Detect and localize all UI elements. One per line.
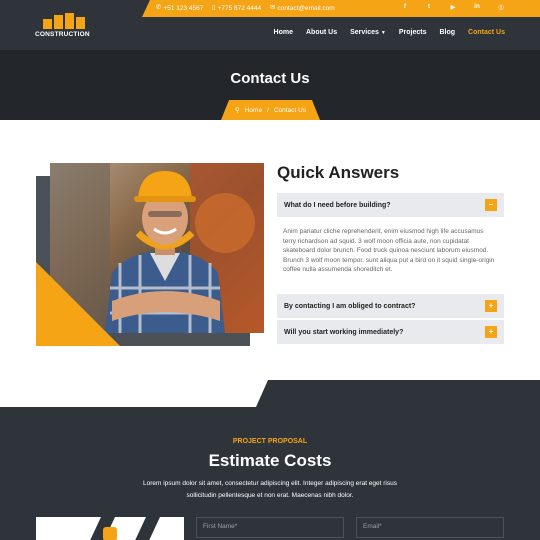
breadcrumb-separator: / bbox=[267, 106, 269, 114]
section-kicker: PROJECT PROPOSAL bbox=[232, 438, 308, 445]
faq-answer: Anim pariatur cliche reprehenderit, enim… bbox=[283, 228, 495, 273]
faq-item-2[interactable]: By contacting I am obliged to contract? … bbox=[277, 294, 504, 318]
worker-illustration bbox=[50, 163, 264, 333]
instagram-icon[interactable]: ◎ bbox=[496, 3, 506, 11]
building-icon bbox=[103, 527, 117, 540]
facebook-icon[interactable]: f bbox=[400, 3, 410, 11]
brand-name: CONSTRUCTION bbox=[35, 31, 90, 38]
page-title: Contact Us bbox=[230, 70, 310, 87]
collapse-icon[interactable]: – bbox=[485, 199, 497, 211]
email-text: contact@email.com bbox=[277, 5, 335, 12]
breadcrumb: ⚲ Home / Contact Us bbox=[221, 100, 320, 120]
expand-icon[interactable]: + bbox=[485, 326, 497, 338]
main-nav: Home About Us Services ▼ Projects Blog Co… bbox=[274, 29, 505, 36]
top-contact-bar: ✆ +51 123 4567 ▯ +775 872 4444 ✉ contact… bbox=[142, 0, 540, 17]
section-description: Lorem ipsum dolor sit amet, consectetur … bbox=[143, 480, 397, 499]
faq-item-1[interactable]: What do I need before building? – bbox=[277, 193, 504, 217]
worker-photo bbox=[50, 163, 264, 333]
email-field[interactable]: Email* bbox=[356, 517, 504, 538]
email-icon: ✉ bbox=[270, 4, 276, 12]
faq-question: By contacting I am obliged to contract? bbox=[284, 302, 416, 310]
nav-projects[interactable]: Projects bbox=[399, 29, 427, 36]
email-contact[interactable]: ✉ contact@email.com bbox=[270, 3, 335, 14]
chevron-down-icon: ▼ bbox=[380, 30, 386, 36]
nav-about[interactable]: About Us bbox=[306, 29, 337, 36]
card-stripe bbox=[132, 517, 160, 540]
first-name-field[interactable]: First Name* bbox=[196, 517, 344, 538]
section-title: Estimate Costs bbox=[208, 451, 332, 470]
building-icon bbox=[43, 13, 85, 29]
social-links: f t ▶ in ◎ bbox=[400, 3, 506, 11]
breadcrumb-current: Contact Us bbox=[273, 106, 307, 114]
faq-question: What do I need before building? bbox=[284, 201, 391, 209]
mobile-contact[interactable]: ▯ +775 872 4444 bbox=[212, 3, 261, 14]
nav-home[interactable]: Home bbox=[274, 29, 293, 36]
linkedin-icon[interactable]: in bbox=[472, 3, 482, 11]
nav-blog[interactable]: Blog bbox=[439, 29, 455, 36]
brand-logo[interactable]: CONSTRUCTION bbox=[35, 13, 90, 39]
faq-question: Will you start working immediately? bbox=[284, 328, 404, 336]
phone-text: +51 123 4567 bbox=[163, 5, 204, 12]
nav-contact[interactable]: Contact Us bbox=[468, 29, 505, 36]
youtube-icon[interactable]: ▶ bbox=[448, 3, 458, 11]
expand-icon[interactable]: + bbox=[485, 300, 497, 312]
phone-contact[interactable]: ✆ +51 123 4567 bbox=[156, 3, 203, 14]
twitter-icon[interactable]: t bbox=[424, 3, 434, 11]
faq-title: Quick Answers bbox=[277, 163, 400, 182]
phone-icon: ✆ bbox=[156, 4, 162, 12]
faq-item-3[interactable]: Will you start working immediately? + bbox=[277, 320, 504, 344]
breadcrumb-home[interactable]: Home bbox=[245, 107, 262, 114]
nav-services-label: Services bbox=[350, 29, 379, 36]
estimate-card bbox=[36, 517, 184, 540]
mobile-text: +775 872 4444 bbox=[217, 5, 262, 12]
map-pin-icon: ⚲ bbox=[234, 107, 240, 114]
site-header: CONSTRUCTION ✆ +51 123 4567 ▯ +775 872 4… bbox=[0, 0, 540, 50]
mobile-icon: ▯ bbox=[212, 4, 216, 12]
nav-services[interactable]: Services ▼ bbox=[350, 29, 386, 36]
